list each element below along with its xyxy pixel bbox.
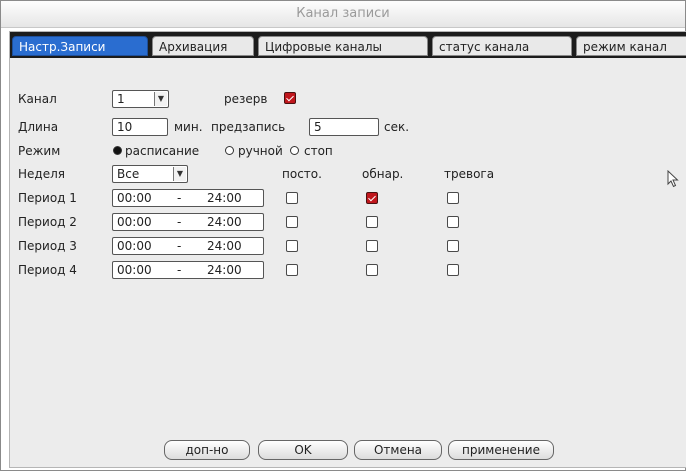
- period-2-detect-checkbox[interactable]: [366, 216, 378, 228]
- mode-stop-label: стоп: [304, 144, 333, 158]
- period-start: 00:00: [117, 239, 152, 253]
- period-end: 24:00: [207, 263, 242, 277]
- prerecord-label: предзапись: [211, 120, 286, 134]
- period-3-detect-checkbox[interactable]: [366, 240, 378, 252]
- period-4-alarm-checkbox[interactable]: [447, 264, 459, 276]
- channel-select[interactable]: 1 ▼: [112, 90, 169, 108]
- prerecord-input[interactable]: 5: [309, 118, 379, 136]
- mode-schedule-label: расписание: [125, 144, 200, 158]
- period-start: 00:00: [117, 191, 152, 205]
- period-1-time[interactable]: 00:00 - 24:00: [112, 189, 264, 207]
- channel-label: Канал: [18, 92, 57, 106]
- backup-label: резерв: [224, 92, 268, 106]
- tab-digital-channels[interactable]: Цифровые каналы: [258, 36, 428, 56]
- period-2-label: Период 2: [18, 215, 77, 229]
- mode-manual-radio[interactable]: [225, 146, 234, 155]
- chevron-down-icon: ▼: [173, 167, 186, 181]
- period-3-alarm-checkbox[interactable]: [447, 240, 459, 252]
- record-config-window: Канал записи Настр.Записи Архивация Цифр…: [0, 0, 686, 471]
- length-input[interactable]: 10: [112, 118, 168, 136]
- period-end: 24:00: [207, 215, 242, 229]
- length-unit: мин.: [174, 120, 203, 134]
- tab-record-settings[interactable]: Настр.Записи: [12, 36, 148, 56]
- period-start: 00:00: [117, 215, 152, 229]
- period-1-regular-checkbox[interactable]: [286, 192, 298, 204]
- period-4-label: Период 4: [18, 263, 77, 277]
- cancel-button[interactable]: Отмена: [354, 440, 442, 460]
- period-end: 24:00: [207, 191, 242, 205]
- tab-strip: Настр.Записи Архивация Цифровые каналы с…: [10, 32, 686, 58]
- backup-checkbox[interactable]: [284, 92, 296, 104]
- channel-value: 1: [117, 92, 125, 106]
- tab-channel-mode[interactable]: режим канал: [576, 36, 686, 56]
- period-sep: -: [177, 191, 182, 205]
- mode-stop-radio[interactable]: [290, 146, 299, 155]
- chevron-down-icon: ▼: [154, 92, 167, 106]
- col-regular-header: посто.: [282, 167, 322, 181]
- period-1-label: Период 1: [18, 191, 77, 205]
- period-sep: -: [177, 239, 182, 253]
- week-select[interactable]: Все ▼: [112, 165, 188, 183]
- period-4-detect-checkbox[interactable]: [366, 264, 378, 276]
- week-label: Неделя: [18, 167, 65, 181]
- apply-button[interactable]: применение: [448, 440, 554, 460]
- period-3-time[interactable]: 00:00 - 24:00: [112, 237, 264, 255]
- mode-manual-label: ручной: [238, 144, 283, 158]
- window-title: Канал записи: [1, 1, 685, 28]
- tab-channel-status[interactable]: статус канала: [432, 36, 572, 56]
- period-3-regular-checkbox[interactable]: [286, 240, 298, 252]
- col-alarm-header: тревога: [444, 167, 495, 181]
- tab-archiving[interactable]: Архивация: [152, 36, 254, 56]
- mouse-pointer-icon: [667, 170, 679, 188]
- period-1-alarm-checkbox[interactable]: [447, 192, 459, 204]
- mode-label: Режим: [18, 144, 61, 158]
- content-panel: Настр.Записи Архивация Цифровые каналы с…: [9, 31, 686, 468]
- ok-button[interactable]: OK: [258, 440, 348, 460]
- period-start: 00:00: [117, 263, 152, 277]
- period-4-time[interactable]: 00:00 - 24:00: [112, 261, 264, 279]
- period-2-regular-checkbox[interactable]: [286, 216, 298, 228]
- prerecord-unit: сек.: [384, 120, 410, 134]
- period-sep: -: [177, 215, 182, 229]
- col-detect-header: обнар.: [362, 167, 404, 181]
- period-3-label: Период 3: [18, 239, 77, 253]
- period-sep: -: [177, 263, 182, 277]
- length-label: Длина: [18, 120, 59, 134]
- period-1-detect-checkbox[interactable]: [366, 192, 378, 204]
- mode-schedule-radio[interactable]: [113, 146, 122, 155]
- advanced-button[interactable]: доп-но: [164, 440, 250, 460]
- period-2-time[interactable]: 00:00 - 24:00: [112, 213, 264, 231]
- week-value: Все: [117, 167, 140, 181]
- period-end: 24:00: [207, 239, 242, 253]
- period-4-regular-checkbox[interactable]: [286, 264, 298, 276]
- period-2-alarm-checkbox[interactable]: [447, 216, 459, 228]
